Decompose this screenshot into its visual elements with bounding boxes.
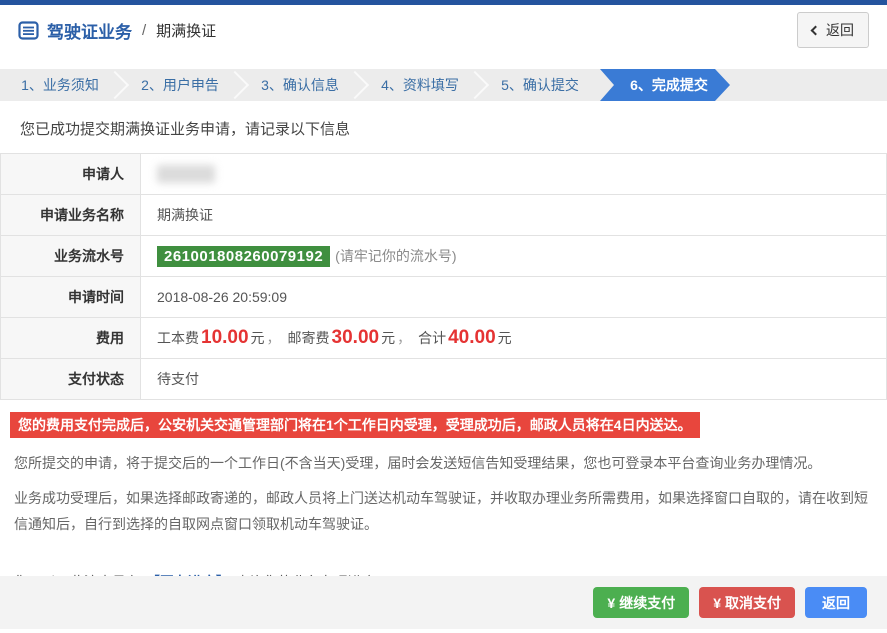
fee-item-label: 邮寄费 [287,330,330,346]
row-value: 工本费 10.00 元 ， 邮寄费 30.00 元 ， 合计 40.00 元 [141,318,886,358]
form-list-icon [18,20,39,40]
row-label: 申请人 [1,154,141,194]
chevron-left-icon [810,25,821,35]
step-6-complete-submit-active: 6、完成提交 [600,69,730,101]
cancel-pay-button[interactable]: ¥ 取消支付 [699,587,795,618]
success-message: 您已成功提交期满换证业务申请，请记录以下信息 [20,121,351,138]
row-label: 业务流水号 [1,236,141,276]
step-label: 3、确认信息 [261,77,339,93]
breadcrumb-separator: / [142,21,147,39]
serial-number-note: (请牢记你的流水号) [335,248,457,264]
table-row-apply-time: 申请时间 2018-08-26 20:59:09 [1,277,886,318]
step-4-fill-data: 4、资料填写 [360,69,480,101]
note-processing: 您所提交的申请，将于提交后的一个工作日(不含当天)受理，届时会发送短信告知受理结… [14,455,822,471]
apply-time: 2018-08-26 20:59:09 [157,289,287,305]
step-label: 6、完成提交 [630,77,708,93]
row-value [141,154,886,194]
fee-unit: 元 [250,330,265,346]
fee-separator: ， [397,330,412,346]
table-row-business-name: 申请业务名称 期满换证 [1,195,886,236]
row-label: 申请业务名称 [1,195,141,235]
breadcrumb: 驾驶证业务 / 期满换证 [18,18,216,43]
row-label: 申请时间 [1,277,141,317]
step-label: 5、确认提交 [501,77,579,93]
fee-unit: 元 [381,330,396,346]
notes-section: 您所提交的申请，将于提交后的一个工作日(不含当天)受理，届时会发送短信告知受理结… [0,451,887,596]
table-row-serial-number: 业务流水号 261001808260079192 (请牢记你的流水号) [1,236,886,277]
continue-pay-button[interactable]: ¥ 继续支付 [593,587,690,618]
payment-warning-banner: 您的费用支付完成后，公安机关交通管理部门将在1个工作日内受理，受理成功后，邮政人… [10,412,700,438]
page-header: 驾驶证业务 / 期满换证 返回 [0,5,887,55]
continue-pay-label: 继续支付 [619,594,676,611]
business-name: 期满换证 [157,207,213,223]
payment-status: 待支付 [157,371,199,387]
note-delivery: 业务成功受理后，如果选择邮政寄递的，邮政人员将上门送达机动车驾驶证，并收取办理业… [14,489,868,532]
page-title: 期满换证 [156,22,217,40]
return-label: 返回 [822,594,850,611]
fee-amount: 40.00 [448,327,496,348]
step-navigation: 1、业务须知 2、用户申告 3、确认信息 4、资料填写 5、确认提交 6、完成提… [0,69,887,101]
yen-icon: ¥ [713,594,721,611]
fee-item-label: 合计 [418,330,447,346]
back-button-label: 返回 [826,22,854,38]
row-label: 支付状态 [1,359,141,399]
table-row-applicant: 申请人 [1,154,886,195]
action-bar: ¥ 继续支付 ¥ 取消支付 返回 [0,576,887,629]
return-button[interactable]: 返回 [805,587,867,618]
fee-item-label: 工本费 [157,330,199,346]
fee-unit: 元 [497,330,512,346]
back-button[interactable]: 返回 [797,12,869,48]
step-5-confirm-submit: 5、确认提交 [480,69,600,101]
breadcrumb-section[interactable]: 驾驶证业务 [47,18,132,43]
row-value: 261001808260079192 (请牢记你的流水号) [141,236,886,276]
table-row-payment-status: 支付状态 待支付 [1,359,886,400]
page: 驾驶证业务 / 期满换证 返回 1、业务须知 2、用户申告 3、确认信息 4、资… [0,0,887,633]
fee-amount: 30.00 [331,327,380,348]
row-value: 期满换证 [141,195,886,235]
step-2-user-declaration: 2、用户申告 [120,69,240,101]
step-label: 4、资料填写 [381,77,459,93]
table-row-fee: 费用 工本费 10.00 元 ， 邮寄费 30.00 元 ， 合计 40.00 … [1,318,886,359]
fee-separator: ， [266,330,281,346]
applicant-name-redacted [157,165,215,183]
info-table: 申请人 申请业务名称 期满换证 业务流水号 261001808260079192… [0,153,887,400]
row-label: 费用 [1,318,141,358]
serial-number-badge: 261001808260079192 [157,245,331,267]
row-value: 2018-08-26 20:59:09 [141,277,886,317]
step-3-confirm-info: 3、确认信息 [240,69,360,101]
step-label: 1、业务须知 [21,77,99,93]
step-1-business-notice: 1、业务须知 [0,69,120,101]
row-value: 待支付 [141,359,886,399]
fee-amount: 10.00 [201,327,249,348]
cancel-pay-label: 取消支付 [725,594,781,611]
yen-icon: ¥ [607,594,616,611]
step-label: 2、用户申告 [141,77,219,93]
